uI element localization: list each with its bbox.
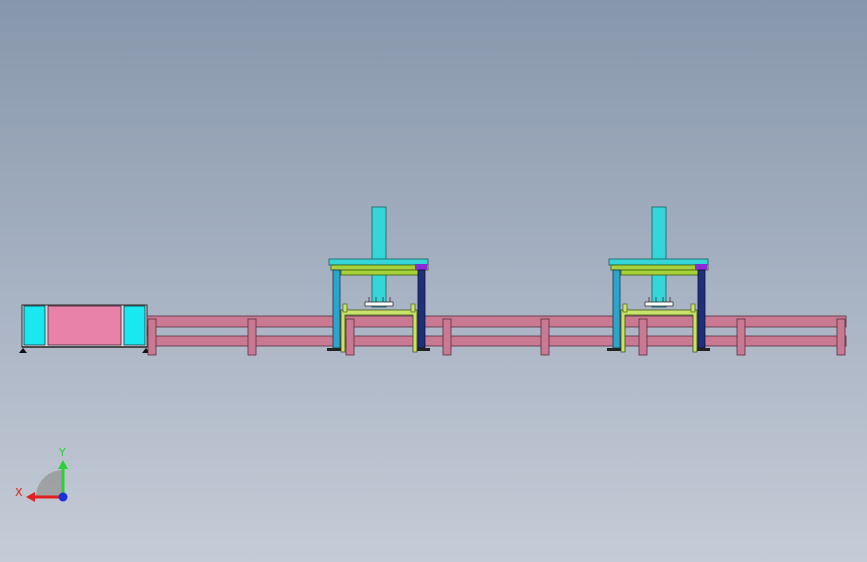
gantry-column-left bbox=[612, 269, 621, 349]
cabinet-foot-left bbox=[19, 348, 27, 353]
view-orientation-triad[interactable]: X Y bbox=[15, 446, 68, 502]
cabinet-center-panel bbox=[47, 305, 122, 346]
gantry-beam bbox=[330, 264, 429, 271]
gantry-top-plate bbox=[608, 258, 709, 266]
cabinet-left-panel bbox=[23, 305, 46, 346]
conveyor-leg bbox=[147, 318, 157, 356]
conveyor-leg bbox=[345, 318, 355, 356]
x-axis-arrowhead bbox=[26, 492, 35, 502]
gantry-beam bbox=[610, 264, 709, 271]
gantry[interactable] bbox=[607, 206, 710, 353]
y-axis-arrowhead bbox=[58, 460, 68, 469]
y-axis-label: Y bbox=[58, 446, 66, 459]
cad-viewport[interactable]: X Y bbox=[0, 0, 867, 562]
fixture-post-right bbox=[410, 303, 416, 313]
fixture-post-left bbox=[622, 303, 628, 313]
gantry-column-right bbox=[697, 269, 706, 349]
conveyor[interactable] bbox=[146, 315, 847, 356]
gantry-bracket bbox=[695, 264, 707, 270]
gantry[interactable] bbox=[327, 206, 430, 353]
cabinet-right-panel bbox=[123, 305, 146, 346]
conveyor-leg bbox=[442, 318, 452, 356]
conveyor-leg bbox=[736, 318, 746, 356]
gantry-bracket bbox=[415, 264, 427, 270]
control-cabinet[interactable] bbox=[19, 304, 150, 353]
x-axis-label: X bbox=[15, 486, 23, 499]
conveyor-leg bbox=[638, 318, 648, 356]
gripper-head bbox=[644, 301, 674, 307]
cad-model-view[interactable]: X Y bbox=[0, 0, 867, 562]
conveyor-leg bbox=[540, 318, 550, 356]
fixture-post-left bbox=[342, 303, 348, 313]
gantry-group[interactable] bbox=[327, 206, 710, 353]
gripper-head bbox=[364, 301, 394, 307]
gantry-beam-lower bbox=[620, 269, 702, 276]
gantry-column-left bbox=[332, 269, 341, 349]
conveyor-leg bbox=[836, 318, 846, 356]
gantry-top-plate bbox=[328, 258, 429, 266]
fixture-post-right bbox=[690, 303, 696, 313]
gantry-mast bbox=[371, 206, 387, 308]
conveyor-leg bbox=[247, 318, 257, 356]
gantry-column-right bbox=[417, 269, 426, 349]
gantry-mast bbox=[651, 206, 667, 308]
gantry-beam-lower bbox=[340, 269, 422, 276]
z-axis-dot bbox=[58, 492, 68, 502]
triad-plane-quarter bbox=[36, 470, 63, 497]
